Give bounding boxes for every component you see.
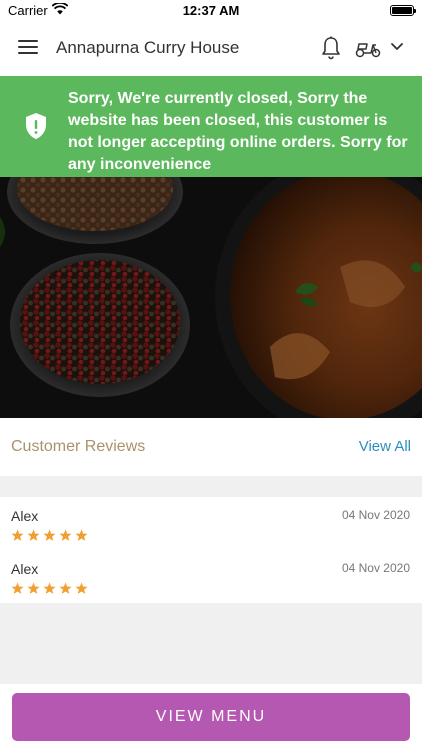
star-rating (11, 529, 88, 541)
star-icon (27, 529, 40, 541)
bottom-action-bar: VIEW MENU (0, 684, 422, 750)
review-item: Alex 04 Nov 2020 (0, 497, 422, 550)
chevron-down-icon[interactable] (390, 42, 404, 52)
star-icon (59, 582, 72, 594)
star-icon (75, 529, 88, 541)
bell-icon[interactable] (321, 36, 341, 60)
view-all-link[interactable]: View All (359, 438, 411, 455)
app-header: Annapurna Curry House (0, 22, 422, 76)
reviewer-name: Alex (11, 561, 39, 577)
star-icon (43, 529, 56, 541)
hero-food-image (0, 177, 422, 418)
star-icon (11, 582, 24, 594)
shield-alert-icon (26, 113, 46, 139)
reviews-title: Customer Reviews (11, 438, 146, 455)
closed-banner: Sorry, We're currently closed, Sorry the… (0, 76, 422, 177)
view-menu-button[interactable]: VIEW MENU (12, 693, 410, 741)
closed-message: Sorry, We're currently closed, Sorry the… (68, 90, 408, 173)
star-icon (27, 582, 40, 594)
star-icon (59, 529, 72, 541)
reviews-list: Alex 04 Nov 2020 Alex 04 Nov 2020 (0, 497, 422, 603)
review-date: 04 Nov 2020 (341, 508, 410, 522)
status-bar: Carrier 12:37 AM (0, 0, 422, 22)
star-icon (43, 582, 56, 594)
hamburger-menu-icon[interactable] (18, 40, 38, 56)
review-item: Alex 04 Nov 2020 (0, 550, 422, 603)
star-rating (11, 582, 88, 594)
clock-time: 12:37 AM (182, 3, 240, 18)
food-photo (0, 177, 422, 418)
restaurant-title: Annapurna Curry House (56, 38, 240, 57)
review-date: 04 Nov 2020 (341, 561, 410, 575)
reviewer-name: Alex (11, 508, 39, 524)
reviews-section-header: Customer Reviews View All (0, 418, 422, 476)
scooter-icon[interactable] (355, 38, 381, 58)
star-icon (11, 529, 24, 541)
star-icon (75, 582, 88, 594)
battery-icon (390, 5, 416, 16)
